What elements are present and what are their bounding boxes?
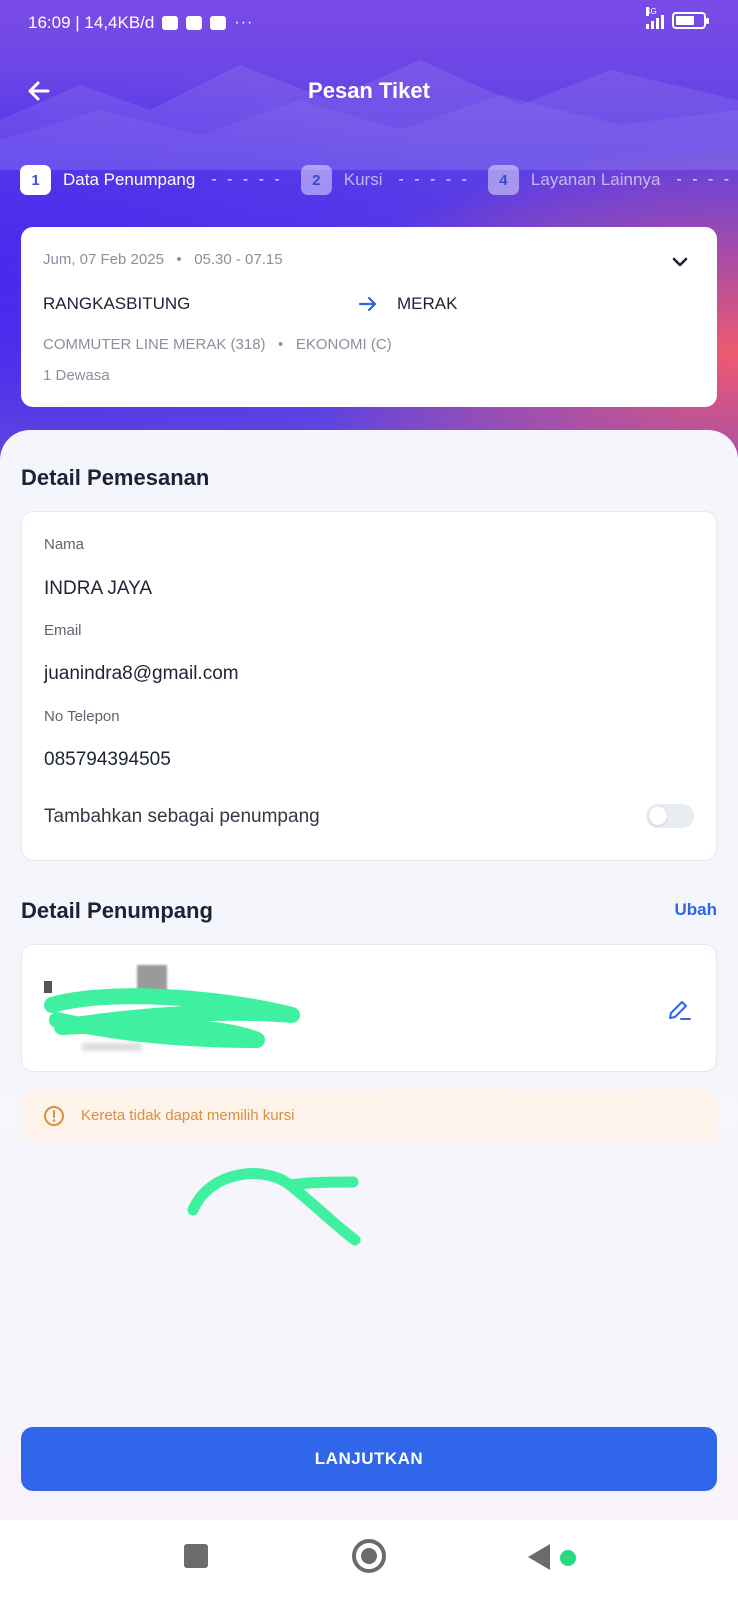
status-bar: 16:09 | 14,4KB/d ··· 4G [0, 0, 738, 46]
trip-date: Jum, 07 Feb 2025 [43, 251, 164, 268]
system-nav-bar [0, 1520, 738, 1600]
train-class: EKONOMI (C) [295, 336, 392, 353]
signal-icon: 4G [646, 6, 664, 29]
warning-text: Kereta tidak dapat memilih kursi [81, 1107, 295, 1124]
status-left: 16:09 | 14,4KB/d ··· [28, 13, 253, 33]
toggle-knob [649, 807, 667, 825]
destination-station: MERAK [397, 294, 458, 313]
phone-value: 085794394505 [44, 749, 171, 770]
separator-dot: • [269, 336, 292, 353]
page-title: Pesan Tiket [308, 78, 430, 103]
step-kursi[interactable]: 2 Kursi [300, 165, 383, 195]
step-connector: - - - - - [398, 171, 470, 188]
message-icon [210, 16, 227, 30]
youtube-icon [162, 16, 179, 30]
redaction-scribble [44, 988, 300, 1048]
step-data-penumpang[interactable]: 1 Data Penumpang [20, 165, 195, 195]
step-connector: - - - - - [676, 171, 738, 188]
circle-icon[interactable] [352, 1539, 386, 1573]
more-notifications-icon: ··· [234, 14, 254, 31]
status-right: 4G [646, 6, 709, 29]
step-layanan-lainnya[interactable]: 4 Layanan Lainnya [487, 165, 661, 195]
decorative-scribble [187, 1168, 361, 1246]
passenger-count: 1 Dewasa [43, 367, 110, 384]
seat-warning-banner: Kereta tidak dapat memilih kursi [21, 1090, 717, 1142]
origin-station: RANGKASBITUNG [43, 294, 191, 313]
change-passenger-link[interactable]: Ubah [675, 900, 718, 920]
name-label: Nama [44, 536, 85, 553]
chevron-down-icon[interactable] [669, 251, 691, 273]
step-number: 1 [20, 165, 51, 195]
app-bar: Pesan Tiket [0, 70, 738, 112]
triangle-back-icon[interactable] [528, 1544, 550, 1570]
network-label: 4G [646, 6, 657, 16]
order-detail-title: Detail Pemesanan [21, 465, 210, 490]
indicator-dot-icon [560, 1550, 576, 1566]
battery-fill [676, 16, 695, 25]
add-as-passenger-toggle[interactable] [646, 804, 694, 828]
step-number: 2 [300, 165, 332, 195]
step-connector: - - - - - [211, 171, 283, 188]
alert-circle-icon [44, 1106, 64, 1126]
step-label: Data Penumpang [63, 170, 196, 189]
passenger-detail-title: Detail Penumpang [21, 898, 213, 923]
phone-label: No Telepon [44, 708, 120, 725]
arrow-right-icon [358, 296, 377, 312]
step-label: Layanan Lainnya [530, 170, 661, 189]
name-value: INDRA JAYA [44, 578, 153, 599]
separator-dot: • [168, 251, 191, 268]
trip-summary-card[interactable]: Jum, 07 Feb 2025 • 05.30 - 07.15 RANGKAS… [21, 227, 717, 407]
square-icon[interactable] [184, 1544, 208, 1568]
add-as-passenger-label: Tambahkan sebagai penumpang [44, 806, 320, 827]
booking-stepper: 1 Data Penumpang - - - - - 2 Kursi - - -… [20, 164, 738, 196]
battery-icon [672, 12, 709, 29]
trip-datetime: Jum, 07 Feb 2025 • 05.30 - 07.15 [43, 251, 283, 268]
status-time: 16:09 | 14,4KB/d [28, 13, 155, 32]
passenger-card[interactable] [21, 944, 717, 1072]
order-detail-card: Nama INDRA JAYA Email juanindra8@gmail.c… [21, 511, 717, 861]
continue-button[interactable]: LANJUTKAN [21, 1427, 717, 1491]
email-label: Email [44, 622, 82, 639]
train-info: COMMUTER LINE MERAK (318) • EKONOMI (C) [43, 336, 392, 353]
trip-time: 05.30 - 07.15 [194, 251, 283, 268]
app-icon [186, 16, 203, 30]
step-number: 4 [487, 165, 519, 195]
email-value: juanindra8@gmail.com [44, 663, 239, 684]
train-name: COMMUTER LINE MERAK (318) [43, 336, 266, 353]
pencil-icon[interactable] [666, 997, 692, 1023]
step-label: Kursi [343, 170, 383, 189]
